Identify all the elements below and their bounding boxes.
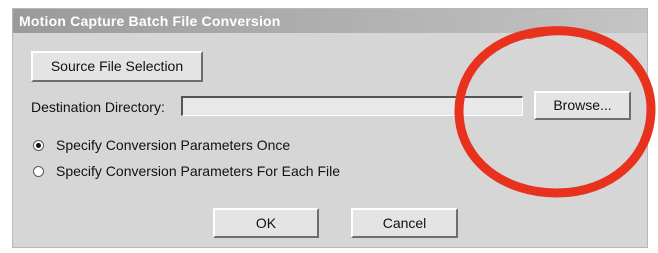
- destination-directory-label: Destination Directory:: [31, 99, 165, 115]
- title-bar[interactable]: Motion Capture Batch File Conversion: [13, 9, 647, 33]
- radio-option-label: Specify Conversion Parameters For Each F…: [56, 163, 340, 179]
- radio-unselected-icon[interactable]: [33, 166, 44, 177]
- browse-button[interactable]: Browse...: [534, 91, 631, 120]
- radio-selected-icon[interactable]: [33, 140, 44, 151]
- conversion-dialog: Motion Capture Batch File Conversion Sou…: [12, 8, 648, 248]
- radio-option-label: Specify Conversion Parameters Once: [56, 137, 291, 153]
- window-title: Motion Capture Batch File Conversion: [19, 13, 281, 29]
- cancel-button[interactable]: Cancel: [351, 208, 458, 238]
- destination-directory-field[interactable]: [181, 96, 523, 116]
- source-file-selection-button[interactable]: Source File Selection: [31, 51, 203, 82]
- ok-button[interactable]: OK: [213, 208, 319, 238]
